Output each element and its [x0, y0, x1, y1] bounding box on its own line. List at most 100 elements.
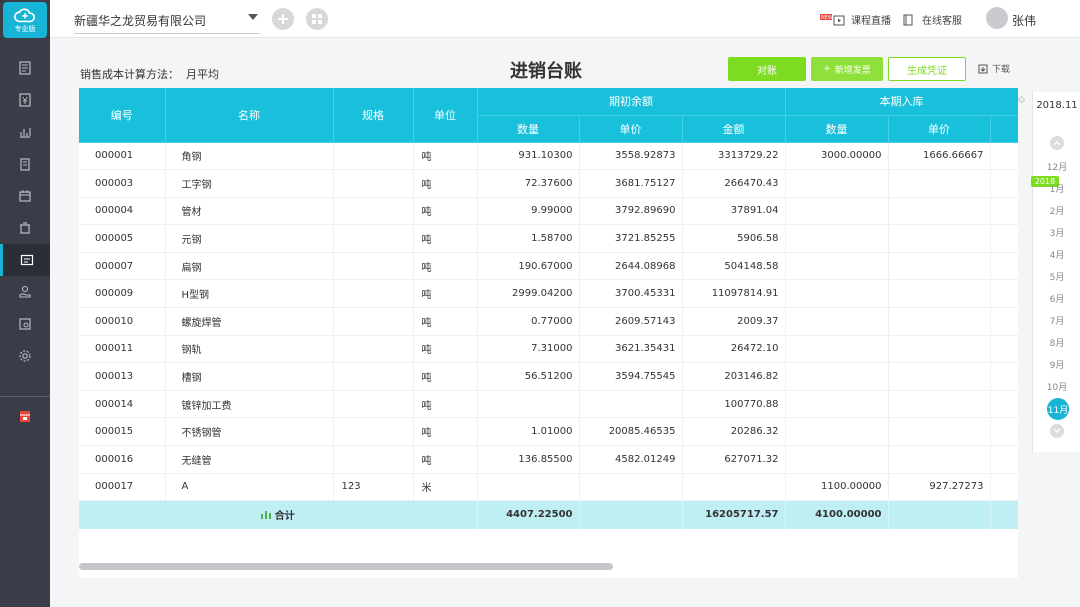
sidebar-item-assets[interactable]: [0, 212, 50, 244]
hand-coin-icon: [19, 285, 31, 298]
table-row[interactable]: 000017 A 123 米 1100.00000 927.27273: [79, 473, 1018, 502]
cell-o-amt: 504148.58: [682, 252, 786, 281]
month-up-button[interactable]: [1050, 136, 1064, 150]
cell-name: 槽钢: [165, 362, 334, 391]
chevron-down-icon[interactable]: [248, 14, 258, 20]
cell-i-price: [888, 252, 991, 281]
cell-o-qty: 9.99000: [477, 197, 580, 226]
table-row[interactable]: 000015 不锈钢管 吨 1.01000 20085.46535 20286.32: [79, 417, 1018, 447]
live-course-link[interactable]: NEW 课程直播: [820, 12, 891, 27]
cell-o-amt: 100770.88: [682, 390, 786, 419]
horizontal-scrollbar[interactable]: [79, 561, 1018, 571]
cell-code: 000004: [79, 197, 166, 226]
app-logo[interactable]: 专业版: [3, 2, 47, 38]
total-opening-price: [579, 500, 683, 529]
sidebar-item-report[interactable]: [0, 116, 50, 148]
sidebar-item-voucher[interactable]: [0, 52, 50, 84]
col-header-spec[interactable]: 规格: [333, 88, 414, 143]
sidebar-item-inventory[interactable]: [0, 244, 50, 276]
month-item[interactable]: 1月: [1033, 182, 1080, 195]
month-item[interactable]: 9月: [1033, 358, 1080, 371]
table-row[interactable]: 000001 角钢 吨 931.10300 3558.92873 3313729.22 30…: [79, 142, 1018, 171]
table-row[interactable]: 000007 扁钢 吨 190.67000 2644.08968 504148.58: [79, 252, 1018, 281]
sidebar-item-settings[interactable]: [0, 340, 50, 372]
online-service-link[interactable]: 在线客服: [902, 12, 962, 27]
cell-i-price: [888, 197, 991, 226]
col-header-in-qty[interactable]: 数量: [785, 115, 889, 143]
table-row[interactable]: 000013 槽钢 吨 56.51200 3594.75545 203146.82: [79, 362, 1018, 391]
sidebar-item-ledger[interactable]: [0, 148, 50, 180]
add-invoice-button[interactable]: + 新增发票: [811, 57, 883, 81]
generate-voucher-button[interactable]: 生成凭证: [888, 57, 966, 81]
month-item-prev-12[interactable]: 12月: [1033, 160, 1080, 173]
cell-code: 000013: [79, 362, 166, 391]
user-name[interactable]: 张伟: [1012, 12, 1036, 29]
cell-code: 000003: [79, 169, 166, 198]
month-item[interactable]: 7月: [1033, 314, 1080, 327]
scrollbar-thumb[interactable]: [79, 563, 613, 570]
table-row[interactable]: 000005 元钢 吨 1.58700 3721.85255 5906.58: [79, 224, 1018, 253]
month-item[interactable]: 2月: [1033, 204, 1080, 217]
table-row[interactable]: 000016 无缝管 吨 136.85500 4582.01249 627071.32: [79, 445, 1018, 474]
col-header-opening-qty[interactable]: 数量: [477, 115, 580, 143]
sidebar-item-bill[interactable]: [0, 84, 50, 116]
cell-unit: 吨: [413, 362, 478, 391]
cell-name: 钢轨: [165, 335, 334, 364]
cell-i-price: 1666.66667: [888, 142, 991, 171]
col-header-name[interactable]: 名称: [165, 88, 334, 143]
cell-i-qty: [785, 307, 889, 336]
col-header-in-amount[interactable]: [990, 115, 1018, 143]
col-header-unit[interactable]: 单位: [413, 88, 478, 143]
month-item[interactable]: 4月: [1033, 248, 1080, 261]
cell-code: 000011: [79, 335, 166, 364]
add-invoice-label: 新增发票: [834, 65, 871, 76]
month-item[interactable]: 5月: [1033, 270, 1080, 283]
col-header-opening-price[interactable]: 单价: [579, 115, 683, 143]
cell-o-price: [579, 390, 683, 419]
month-item[interactable]: 3月: [1033, 226, 1080, 239]
avatar[interactable]: [986, 7, 1008, 29]
svg-text:NEW: NEW: [821, 15, 833, 21]
cell-o-qty: 190.67000: [477, 252, 580, 281]
chart-icon: [20, 128, 31, 138]
cell-o-price: 4582.01249: [579, 445, 683, 474]
cell-unit: 吨: [413, 224, 478, 253]
sidebar-item-calendar[interactable]: [0, 180, 50, 212]
col-header-code[interactable]: 编号: [79, 88, 166, 143]
company-selector[interactable]: 新疆华之龙贸易有限公司: [74, 12, 260, 34]
ledger-table: 编号 名称 规格 单位 期初余额 本期入库 数量 单价 金额 数量 单价 000…: [79, 88, 1018, 529]
cell-in-amount: [990, 252, 1018, 281]
col-header-opening-amount[interactable]: 金额: [682, 115, 786, 143]
add-company-button[interactable]: [272, 8, 294, 30]
table-row[interactable]: 000010 螺旋焊管 吨 0.77000 2609.57143 2009.37: [79, 307, 1018, 336]
cell-spec: [333, 335, 414, 364]
download-button[interactable]: 下载: [978, 62, 1010, 75]
reconcile-button[interactable]: 对账: [728, 57, 806, 81]
table-row[interactable]: 000011 钢轨 吨 7.31000 3621.35431 26472.10: [79, 335, 1018, 364]
grid-menu-button[interactable]: [306, 8, 328, 30]
month-item[interactable]: 8月: [1033, 336, 1080, 349]
cell-i-qty: [785, 362, 889, 391]
cell-o-amt: 11097814.91: [682, 279, 786, 309]
cell-name: H型钢: [165, 279, 334, 309]
cell-in-amount: [990, 142, 1018, 171]
gift-icon[interactable]: [18, 409, 32, 423]
cell-unit: 吨: [413, 142, 478, 171]
cell-in-amount: [990, 417, 1018, 447]
cell-o-qty: 136.85500: [477, 445, 580, 474]
pin-icon[interactable]: ◇: [1018, 95, 1025, 105]
sidebar-item-salary[interactable]: [0, 276, 50, 308]
month-down-button[interactable]: [1050, 424, 1064, 438]
month-item[interactable]: 6月: [1033, 292, 1080, 305]
table-row[interactable]: 000014 镀锌加工费 吨 100770.88: [79, 390, 1018, 419]
month-item[interactable]: 10月: [1033, 380, 1080, 393]
table-row[interactable]: 000009 H型钢 吨 2999.04200 3700.45331 11097814.9…: [79, 279, 1018, 309]
cell-spec: [333, 224, 414, 253]
col-header-in-price[interactable]: 单价: [888, 115, 991, 143]
sidebar-item-tax[interactable]: [0, 308, 50, 340]
download-label: 下载: [992, 65, 1011, 75]
month-item-active[interactable]: 11月: [1047, 398, 1069, 420]
table-row[interactable]: 000003 工字钢 吨 72.37600 3681.75127 266470.43: [79, 169, 1018, 198]
tax-icon: [19, 318, 31, 330]
table-row[interactable]: 000004 管材 吨 9.99000 3792.89690 37891.04: [79, 197, 1018, 226]
